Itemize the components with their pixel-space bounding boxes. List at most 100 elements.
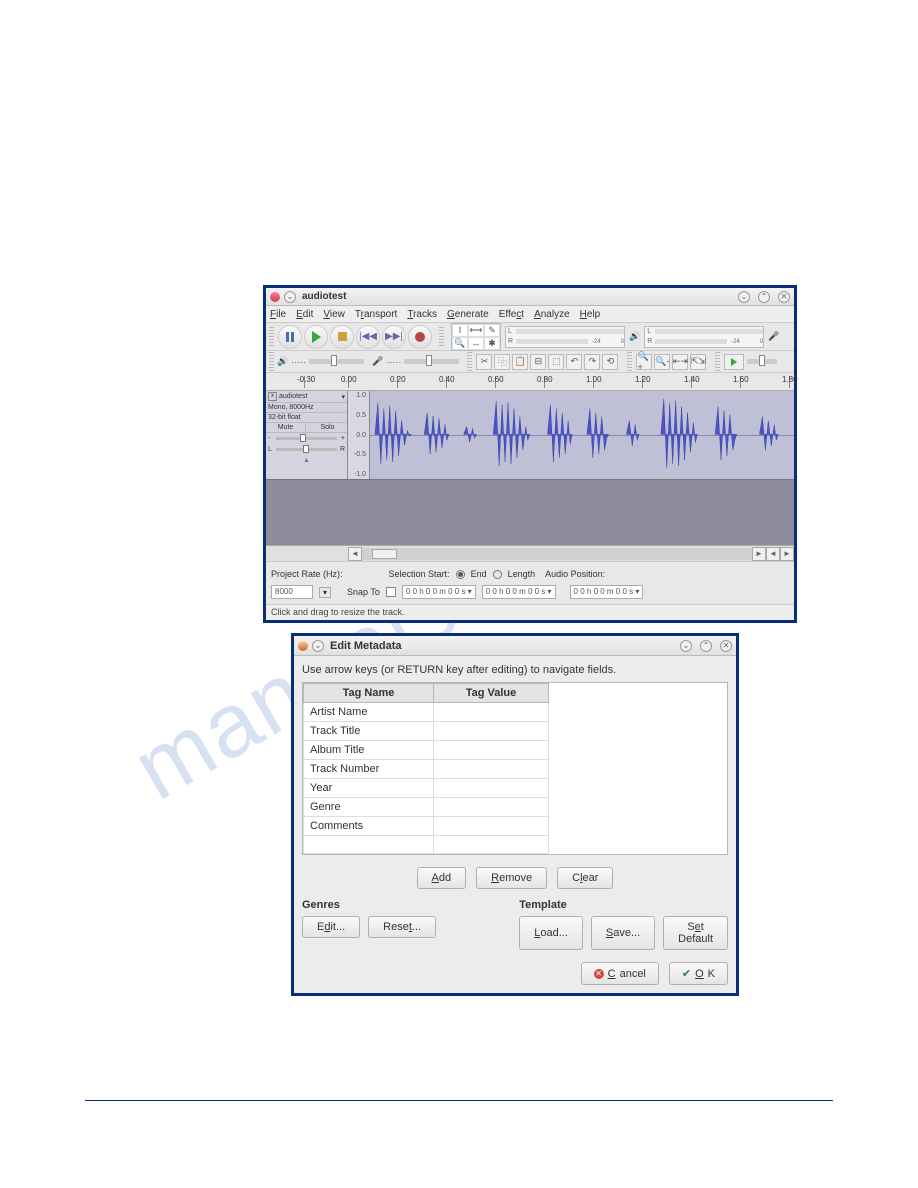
value-cell[interactable] [434,779,549,798]
timeshift-tool-icon[interactable]: ↔ [468,337,484,350]
menu-edit[interactable]: Edit [296,309,313,320]
scroll-thumb[interactable] [372,549,397,559]
track-close-icon[interactable]: x [268,392,277,401]
sync-icon[interactable]: ⟲ [602,354,618,370]
track-control-panel[interactable]: xaudiotest▾ Mono, 8000Hz 32-bit float Mu… [266,391,348,479]
trim-icon[interactable]: ⊟ [530,354,546,370]
paste-icon[interactable]: 📋 [512,354,528,370]
save-template-button[interactable]: Save... [591,916,655,950]
titlebar[interactable]: ⌄ Edit Metadata ⌄ ⌃ ✕ [294,636,736,656]
output-volume[interactable]: 🔊····· [277,356,364,367]
titlebar[interactable]: ⌄ audiotest ⌄ ⌃ ✕ [266,288,794,306]
remove-button[interactable]: Remove [476,867,547,889]
menu-help[interactable]: Help [580,309,601,320]
scroll-bottom-right-icon[interactable]: ► [780,547,794,561]
toolbar-grabber[interactable] [467,352,472,372]
redo-icon[interactable]: ↷ [584,354,600,370]
end-radio[interactable] [456,570,465,579]
empty-track-area[interactable] [266,479,794,545]
pause-button[interactable] [278,325,302,349]
load-template-button[interactable]: Load... [519,916,583,950]
rate-dropdown-icon[interactable]: ▾ [319,587,331,598]
record-meter[interactable]: L R-240 [644,326,764,348]
silence-icon[interactable]: ⬚ [548,354,564,370]
scroll-bottom-left-icon[interactable]: ◄ [766,547,780,561]
copy-icon[interactable]: ⿻ [494,354,510,370]
play-at-speed-button[interactable] [724,354,744,370]
maximize-icon[interactable]: ⌃ [758,291,770,303]
fit-selection-icon[interactable]: ⇤⇥ [672,354,688,370]
vertical-scale[interactable]: 1.0 0.5 0.0 -0.5 -1.0 [348,391,370,479]
value-cell[interactable] [434,836,549,854]
cut-icon[interactable]: ✂ [476,354,492,370]
menu-file[interactable]: File [270,309,286,320]
zoom-in-icon[interactable]: 🔍+ [636,354,652,370]
edit-genres-button[interactable]: Edit... [302,916,360,938]
horizontal-scrollbar[interactable]: ◄ ► ◄ ► [266,545,794,561]
toolbar-grabber[interactable] [269,352,274,372]
window-menu-icon[interactable]: ⌄ [284,291,296,303]
tag-cell[interactable]: Comments [304,817,434,836]
input-volume[interactable]: 🎤····· [372,356,459,367]
ok-button[interactable]: ✔OK [669,962,728,985]
rate-input[interactable]: 8000 [271,585,313,599]
gain-slider[interactable]: -+ [266,433,347,444]
minimize-icon[interactable]: ⌄ [680,640,692,652]
scroll-left-icon[interactable]: ◄ [348,547,362,561]
header-tag-value[interactable]: Tag Value [434,684,549,703]
waveform-display[interactable] [370,391,794,479]
tag-cell[interactable]: Album Title [304,741,434,760]
playback-meter[interactable]: L R-240 [505,326,625,348]
stop-button[interactable] [330,325,354,349]
scroll-right-icon[interactable]: ► [752,547,766,561]
end-time-input[interactable]: 0 0 h 0 0 m 0 0 s ▾ [482,585,556,599]
menu-tracks[interactable]: Tracks [407,309,437,320]
window-menu-icon[interactable]: ⌄ [312,640,324,652]
tag-cell[interactable]: Artist Name [304,703,434,722]
toolbar-grabber[interactable] [269,327,274,347]
pan-slider[interactable]: LR [266,444,347,455]
toolbar-grabber[interactable] [627,352,632,372]
menu-analyze[interactable]: Analyze [534,309,570,320]
clear-button[interactable]: Clear [557,867,613,889]
zoom-tool-icon[interactable]: 🔍 [452,337,468,350]
toolbar-grabber[interactable] [715,352,720,372]
add-button[interactable]: Add [417,867,467,889]
menu-view[interactable]: View [323,309,345,320]
tag-cell[interactable]: Genre [304,798,434,817]
value-cell[interactable] [434,817,549,836]
value-cell[interactable] [434,798,549,817]
tag-cell[interactable] [304,836,434,854]
menu-generate[interactable]: Generate [447,309,489,320]
skip-start-button[interactable]: |◀◀ [356,325,380,349]
envelope-tool-icon[interactable]: ⟷ [468,324,484,337]
track-name[interactable]: audiotest [279,393,307,400]
maximize-icon[interactable]: ⌃ [700,640,712,652]
header-tag-name[interactable]: Tag Name [304,684,434,703]
close-icon[interactable]: ✕ [720,640,732,652]
minimize-icon[interactable]: ⌄ [738,291,750,303]
toolbar-grabber[interactable] [439,327,444,347]
menu-effect[interactable]: Effect [499,309,524,320]
menu-transport[interactable]: Transport [355,309,397,320]
skip-end-button[interactable]: ▶▶| [382,325,406,349]
speed-slider[interactable] [747,359,777,364]
tag-cell[interactable]: Track Title [304,722,434,741]
draw-tool-icon[interactable]: ✎ [484,324,500,337]
timeline-ruler[interactable]: -0.30 0.00 0.20 0.40 0.60 0.80 1.00 1.20… [266,373,794,391]
selection-tool-icon[interactable]: I [452,324,468,337]
value-cell[interactable] [434,741,549,760]
fit-project-icon[interactable]: ⇱⇲ [690,354,706,370]
cancel-button[interactable]: ✕Cancel [581,962,659,985]
solo-button[interactable]: Solo [308,423,347,432]
record-button[interactable] [408,325,432,349]
length-radio[interactable] [493,570,502,579]
set-default-button[interactable]: Set Default [663,916,728,950]
tag-cell[interactable]: Year [304,779,434,798]
value-cell[interactable] [434,703,549,722]
start-time-input[interactable]: 0 0 h 0 0 m 0 0 s ▾ [402,585,476,599]
snap-checkbox[interactable] [386,587,396,597]
play-button[interactable] [304,325,328,349]
value-cell[interactable] [434,760,549,779]
reset-genres-button[interactable]: Reset... [368,916,436,938]
